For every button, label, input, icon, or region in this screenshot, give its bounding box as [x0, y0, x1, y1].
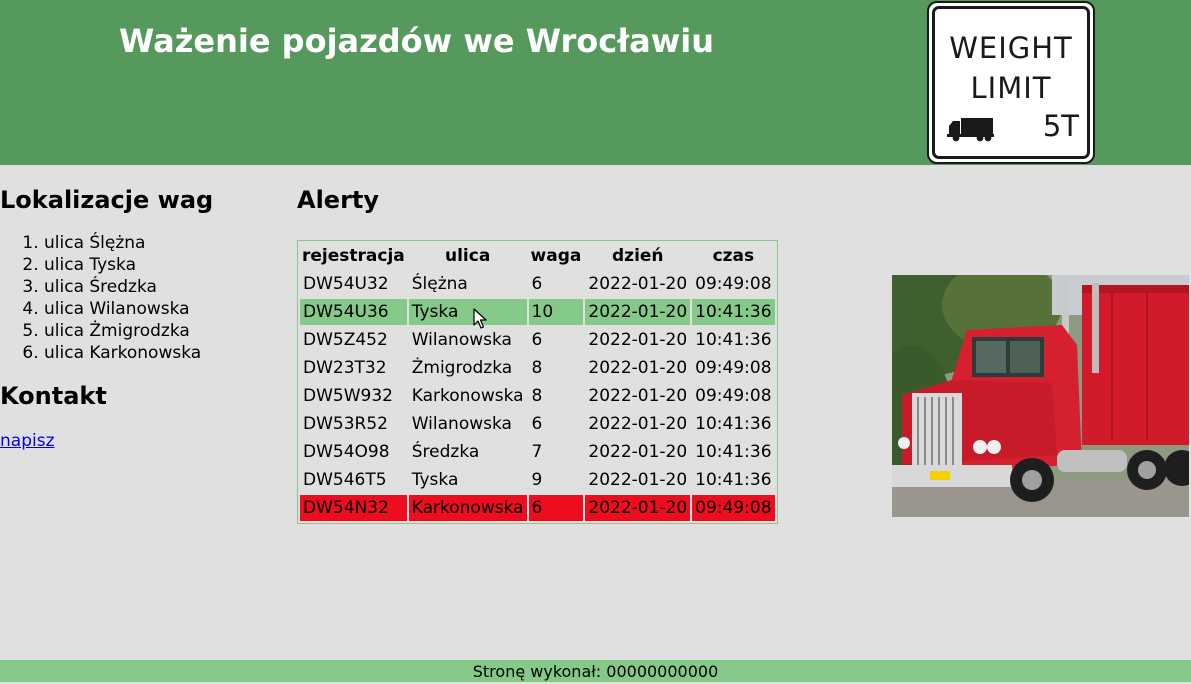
list-item: ulica Tyska: [44, 254, 270, 276]
cell-weight: 6: [531, 274, 543, 294]
cell-registration: DW5Z452: [303, 330, 388, 350]
contact-heading: Kontakt: [0, 382, 107, 410]
cell-street: Wilanowska: [411, 330, 512, 350]
cell-street: Tyska: [408, 299, 527, 325]
cell-weight: 8: [531, 386, 543, 406]
alerts-table: rejestracja ulica waga dzień czas DW54U3…: [297, 240, 778, 524]
column-header-time: czas: [712, 246, 755, 266]
cell-weight: 7: [531, 442, 543, 462]
cell-registration: DW54U32: [303, 274, 389, 294]
cell-weight: 9: [531, 470, 543, 490]
list-item: ulica Średzka: [44, 276, 270, 298]
column-header-street: ulica: [444, 246, 491, 266]
cell-street: Karkonowska: [411, 386, 524, 406]
table-row: DW5W932 Karkonowska 8 2022-01-20 09:49:0…: [300, 383, 775, 409]
cell-time: 10:41:36: [695, 470, 772, 490]
table-row: DW54O98 Średzka 7 2022-01-20 10:41:36: [300, 439, 775, 465]
cell-street: Średzka: [411, 442, 480, 462]
column-header-weight: waga: [530, 246, 582, 266]
table-row-alert: DW54N32 Karkonowska 6 2022-01-20 09:49:0…: [300, 495, 775, 521]
footer: Stronę wykonał: 00000000000: [0, 660, 1191, 682]
cell-time: 09:49:08: [695, 386, 772, 406]
cell-weight: 6: [531, 414, 543, 434]
cell-registration: DW5W932: [303, 386, 393, 406]
contact-link[interactable]: napisz: [0, 431, 55, 451]
table-row: DW5Z452 Wilanowska 6 2022-01-20 10:41:36: [300, 327, 775, 353]
cell-weight: 10: [528, 299, 584, 325]
cell-street: Karkonowska: [408, 495, 527, 521]
cell-day: 2022-01-20: [588, 358, 688, 378]
cell-day: 2022-01-20: [588, 386, 688, 406]
cell-street: Żmigrodzka: [411, 358, 513, 378]
weight-limit-sign-image: WEIGHT LIMIT 5T: [927, 1, 1095, 164]
cell-registration: DW54U36: [300, 299, 407, 325]
cell-day: 2022-01-20: [588, 470, 688, 490]
sign-line-weight: WEIGHT: [949, 31, 1073, 65]
alerts-heading: Alerty: [297, 186, 380, 214]
alerts-section: Alerty rejestracja ulica waga dzień czas…: [297, 186, 778, 524]
cell-weight: 8: [531, 358, 543, 378]
cell-day: 2022-01-20: [588, 414, 688, 434]
page-title: Ważenie pojazdów we Wrocławiu: [119, 22, 714, 60]
cell-time: 10:41:36: [695, 330, 772, 350]
table-row: DW53R52 Wilanowska 6 2022-01-20 10:41:36: [300, 411, 775, 437]
sidebar: Lokalizacje wag ulica Ślężna ulica Tyska…: [0, 186, 270, 451]
sign-limit-value: 5T: [1042, 109, 1079, 143]
table-row: DW23T32 Żmigrodzka 8 2022-01-20 09:49:08: [300, 355, 775, 381]
red-truck-photo: [892, 275, 1189, 517]
column-header-registration: rejestracja: [302, 246, 405, 266]
cell-day: 2022-01-20: [588, 330, 688, 350]
cell-day: 2022-01-20: [588, 442, 688, 462]
list-item: ulica Żmigrodzka: [44, 320, 270, 342]
cell-time: 09:49:08: [695, 274, 772, 294]
cell-registration: DW54O98: [303, 442, 390, 462]
cell-registration: DW546T5: [303, 470, 387, 490]
locations-list: ulica Ślężna ulica Tyska ulica Średzka u…: [0, 232, 270, 364]
cell-weight: 6: [531, 330, 543, 350]
table-row: DW54U32 Ślężna 6 2022-01-20 09:49:08: [300, 271, 775, 297]
table-row: DW546T5 Tyska 9 2022-01-20 10:41:36: [300, 467, 775, 493]
cell-street: Wilanowska: [411, 414, 512, 434]
cell-street: Tyska: [411, 470, 459, 490]
cell-registration: DW53R52: [303, 414, 388, 434]
column-header-day: dzień: [612, 246, 664, 266]
header-banner: Ważenie pojazdów we Wrocławiu WEIGHT LIM…: [0, 0, 1191, 165]
cell-time: 10:41:36: [695, 414, 772, 434]
cell-time: 10:41:36: [695, 442, 772, 462]
locations-heading: Lokalizacje wag: [0, 186, 214, 214]
cell-day: 2022-01-20: [588, 274, 688, 294]
cell-weight: 6: [528, 495, 584, 521]
cell-street: Ślężna: [411, 274, 468, 294]
cell-time: 09:49:08: [695, 358, 772, 378]
table-header-row: rejestracja ulica waga dzień czas: [300, 243, 775, 269]
list-item: ulica Ślężna: [44, 232, 270, 254]
cell-registration: DW54N32: [300, 495, 407, 521]
cell-day: 2022-01-20: [585, 495, 691, 521]
truck-icon: [947, 118, 994, 142]
sign-line-limit: LIMIT: [970, 71, 1052, 105]
list-item: ulica Wilanowska: [44, 298, 270, 320]
truck-illustration: [892, 275, 1189, 517]
cell-registration: DW23T32: [303, 358, 387, 378]
cell-time: 09:49:08: [692, 495, 775, 521]
list-item: ulica Karkonowska: [44, 342, 270, 364]
cell-time: 10:41:36: [692, 299, 775, 325]
cell-day: 2022-01-20: [585, 299, 691, 325]
table-row-highlighted: DW54U36 Tyska 10 2022-01-20 10:41:36: [300, 299, 775, 325]
